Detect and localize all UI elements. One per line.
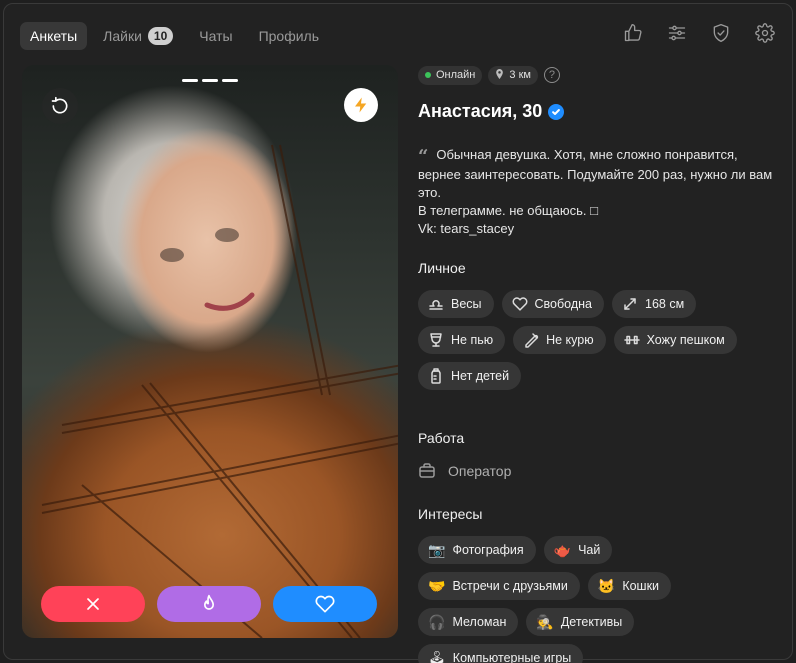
swipe-actions [41, 586, 377, 622]
distance-label: 3 км [509, 69, 531, 81]
likes-count-badge: 10 [147, 27, 174, 45]
app-window: Анкеты Лайки 10 Чаты Профиль Онлайн 3 км… [3, 3, 793, 663]
top-nav: Анкеты Лайки 10 Чаты Профиль [20, 22, 329, 50]
bio: “Обычная девушка. Хотя, мне сложно понра… [418, 146, 778, 238]
status-row: Онлайн 3 км ? [418, 65, 778, 85]
libra-icon [429, 300, 443, 310]
job-title: Оператор [448, 463, 512, 479]
chip-interest: 🕹 Компьютерные игры [418, 644, 584, 663]
distance-badge: 3 км [488, 65, 538, 85]
boost-button[interactable] [344, 88, 378, 122]
chip-sport: Хожу пешком [613, 326, 737, 354]
location-pin-icon [495, 68, 504, 82]
tab-profiles[interactable]: Анкеты [20, 22, 88, 50]
baby-bottle-icon [431, 368, 441, 384]
lightning-icon [355, 97, 367, 113]
profile-photo[interactable] [22, 65, 398, 638]
super-like-button[interactable] [157, 586, 261, 622]
bio-line: В телеграмме. не общаюсь. □ [418, 203, 598, 218]
online-dot [425, 72, 431, 78]
gear-icon[interactable] [754, 22, 776, 44]
tab-profile-label: Профиль [258, 28, 319, 44]
online-status-badge: Онлайн [418, 65, 483, 85]
chip-interest: 📷 Фотография [418, 536, 536, 564]
heart-outline-icon [512, 297, 528, 311]
chip-children: Нет детей [418, 362, 522, 390]
camera-icon: 📷 [428, 542, 446, 558]
chip-interest: 🎧 Меломан [418, 608, 519, 636]
detective-icon: 🕵 [536, 614, 554, 630]
photo-page-dot [202, 79, 218, 82]
glass-icon [430, 333, 442, 347]
tab-profile[interactable]: Профиль [249, 22, 329, 50]
personal-chips: Весы Свободна 168 см Не пью Не курю Хожу… [418, 290, 758, 390]
tab-likes-label: Лайки [103, 28, 142, 44]
handshake-icon: 🤝 [428, 578, 446, 594]
interest-chips: 📷 Фотография 🫖 Чай 🤝 Встречи с друзьями 🐱 Ко… [418, 536, 758, 663]
quote-icon: “ [418, 146, 429, 167]
interests-section-title: Интересы [418, 506, 483, 522]
name-row: Анастасия, 30 [418, 101, 778, 122]
profile-info: Онлайн 3 км ? Анастасия, 30 “Обычная дев… [418, 65, 778, 663]
photo-page-indicator [182, 79, 238, 82]
personal-section-title: Личное [418, 260, 466, 276]
undo-icon [51, 96, 68, 114]
chip-interest: 🕵 Детективы [526, 608, 635, 636]
joystick-icon: 🕹 [428, 650, 446, 663]
profile-name: Анастасия, 30 [418, 101, 543, 121]
chip-interest: 🤝 Встречи с друзьями [418, 572, 580, 600]
like-button[interactable] [273, 586, 377, 622]
chip-relationship: Свободна [501, 290, 604, 318]
close-icon [87, 598, 99, 610]
chip-smoking: Не курю [513, 326, 606, 354]
chip-interest: 🫖 Чай [543, 536, 613, 564]
top-toolbar [622, 22, 776, 44]
filters-icon[interactable] [666, 22, 688, 44]
online-status-label: Онлайн [436, 69, 476, 81]
bio-line: Vk: tears_stacey [418, 221, 515, 236]
heart-icon [315, 595, 335, 613]
shield-icon[interactable] [710, 22, 732, 44]
flame-icon [204, 594, 214, 610]
chip-zodiac: Весы [418, 290, 494, 318]
help-icon[interactable]: ? [543, 67, 560, 83]
undo-button[interactable] [42, 88, 78, 124]
like-icon[interactable] [622, 22, 644, 44]
job-row: Оператор [418, 462, 778, 480]
height-icon [624, 298, 636, 310]
tab-likes[interactable]: Лайки 10 [93, 22, 183, 50]
tab-profiles-label: Анкеты [30, 28, 78, 44]
verified-badge-icon [548, 103, 565, 120]
headphones-icon: 🎧 [428, 614, 446, 630]
bio-line: это. [418, 185, 441, 200]
no-smoking-icon [525, 333, 539, 348]
cat-icon: 🐱 [597, 578, 616, 594]
sweater-pattern [41, 144, 398, 638]
briefcase-icon [419, 463, 435, 478]
chip-interest: 🐱 Кошки [587, 572, 672, 600]
dumbbell-icon [623, 335, 640, 345]
bio-line: “Обычная девушка. Хотя, мне сложно понра… [418, 146, 738, 167]
work-section-title: Работа [418, 430, 465, 446]
photo-page-dot [222, 79, 238, 82]
tab-chats[interactable]: Чаты [189, 22, 242, 50]
bio-line: вернее заинтересовать. Подумайте 200 раз… [418, 167, 773, 182]
chip-alcohol: Не пью [418, 326, 506, 354]
teapot-icon: 🫖 [553, 542, 572, 558]
chip-height: 168 см [612, 290, 697, 318]
photo-page-dot [182, 79, 198, 82]
dislike-button[interactable] [41, 586, 145, 622]
tab-chats-label: Чаты [199, 28, 233, 44]
